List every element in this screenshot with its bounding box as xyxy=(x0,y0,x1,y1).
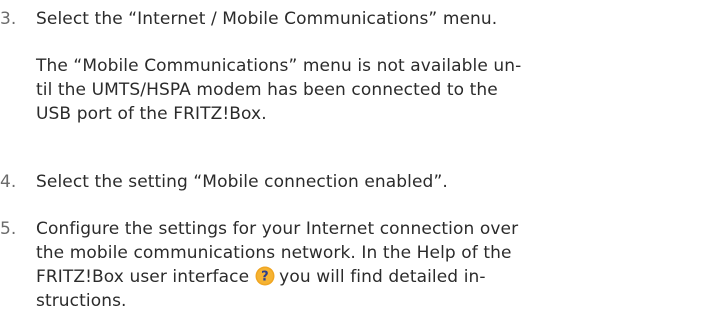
note-line: USB port of the FRITZ!Box. xyxy=(36,104,267,124)
help-question-icon: ? xyxy=(255,266,275,286)
instruction-document: 3. Select the “Internet / Mobile Communi… xyxy=(0,0,717,334)
step-text: the mobile communications network. In th… xyxy=(36,243,512,263)
step-4: 4. Select the setting “Mobile connection… xyxy=(0,170,448,194)
step-text: Configure the settings for your Internet… xyxy=(36,219,519,239)
step-text-fragment: FRITZ!Box user interface xyxy=(36,267,250,287)
step-number: 5. xyxy=(0,219,17,239)
step-number: 4. xyxy=(0,172,17,192)
step-5: 5. Configure the settings for your Inter… xyxy=(0,217,518,313)
svg-text:?: ? xyxy=(261,270,269,285)
step-number: 3. xyxy=(0,9,17,29)
step-text-with-icon: FRITZ!Box user interface? you will find d… xyxy=(36,265,518,289)
step-text: Select the “Internet / Mobile Communicat… xyxy=(36,9,498,29)
step-text: Select the setting “Mobile connection en… xyxy=(36,172,448,192)
note-line: The “Mobile Communications” menu is not … xyxy=(36,56,522,76)
step-3-note: The “Mobile Communications” menu is not … xyxy=(0,54,521,126)
step-text-fragment: you will find detailed in- xyxy=(279,267,486,287)
step-text: structions. xyxy=(36,291,127,311)
step-3: 3. Select the “Internet / Mobile Communi… xyxy=(0,7,497,31)
note-line: til the UMTS/HSPA modem has been connect… xyxy=(36,80,498,100)
